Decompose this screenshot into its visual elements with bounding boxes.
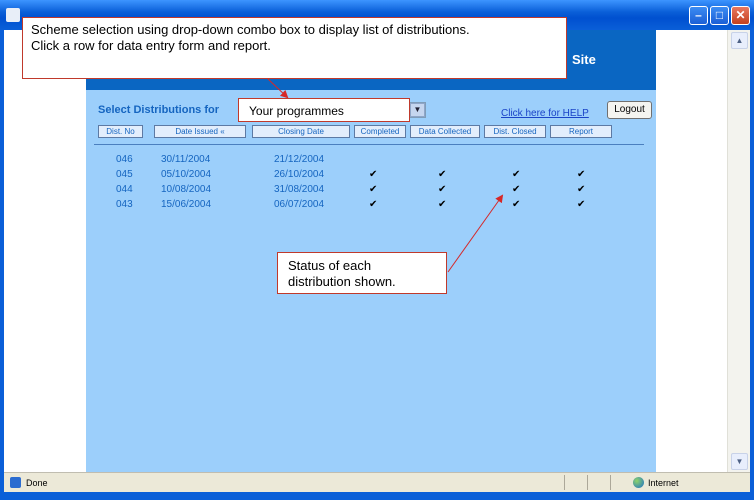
callout-line: Scheme selection using drop-down combo b… (31, 22, 470, 37)
callout-status: Status of each distribution shown. (277, 252, 447, 294)
callout-arrow-top (267, 78, 289, 99)
selected-scheme-display[interactable]: Your programmes (238, 98, 410, 122)
callout-line: Click a row for data entry form and repo… (31, 38, 271, 53)
callout-scheme-selection: Scheme selection using drop-down combo b… (22, 17, 567, 79)
callout-line: Status of each (288, 258, 372, 273)
callout-arrow-status (447, 194, 504, 273)
callout-line: distribution shown. (288, 274, 396, 289)
